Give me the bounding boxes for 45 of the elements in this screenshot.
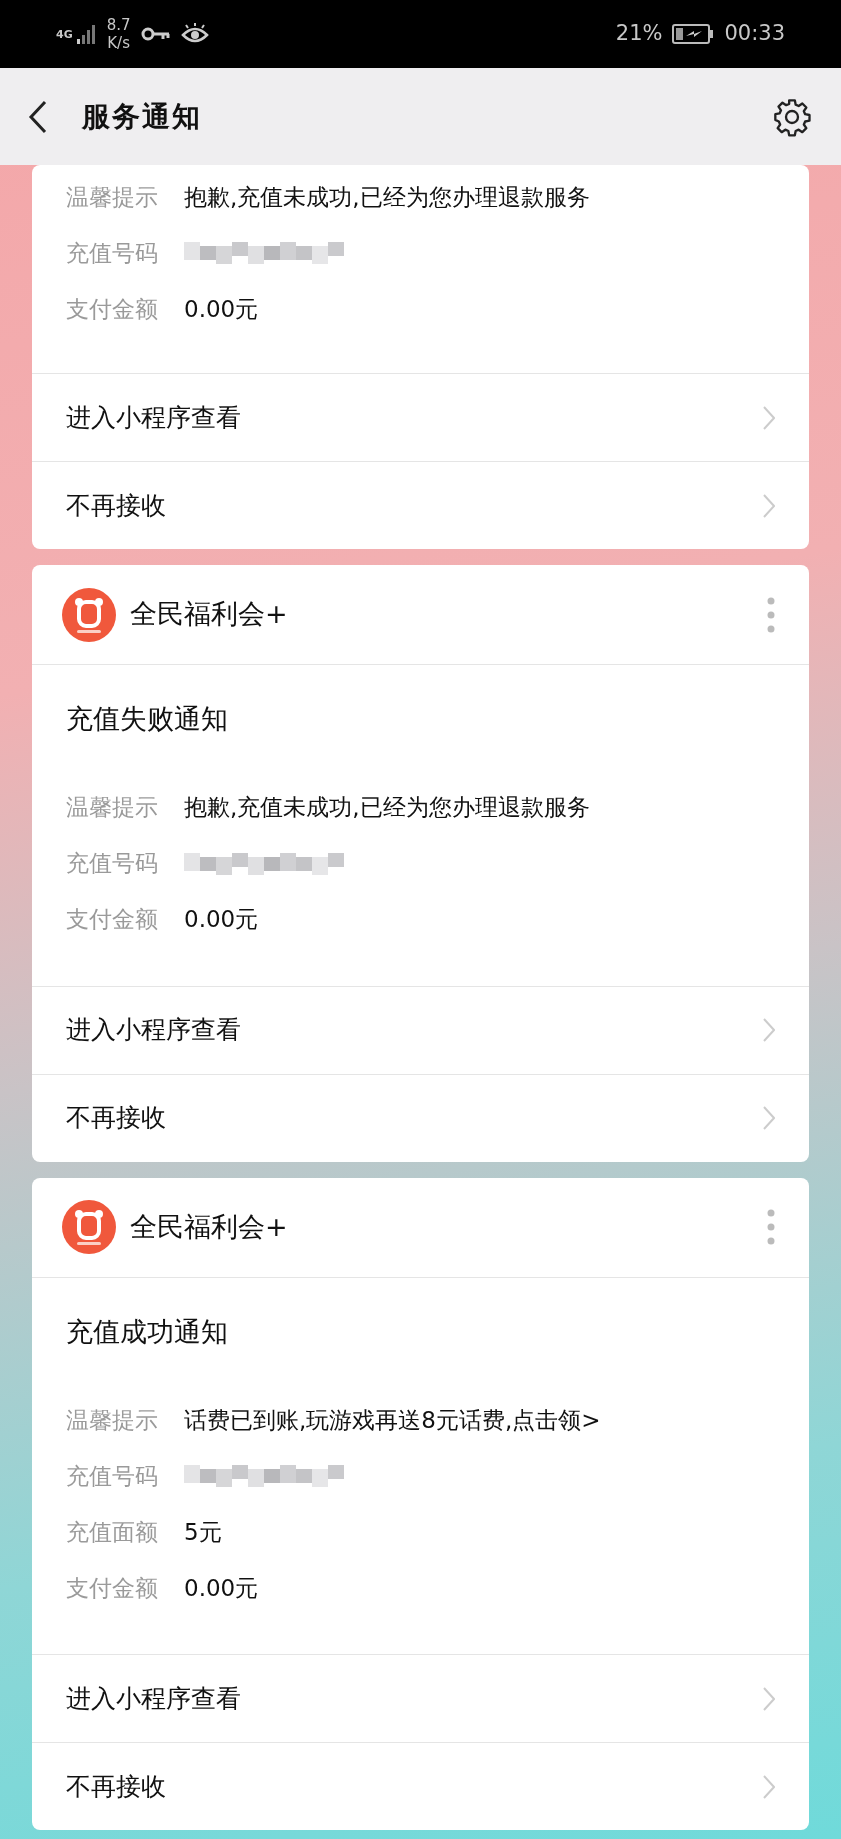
eye-icon [180, 23, 209, 45]
notification-title: 充值成功通知 [66, 1314, 229, 1349]
action-row[interactable]: 不再接收 [32, 1742, 809, 1830]
speed-unit: K/s [107, 34, 130, 52]
app-logo-icon [62, 1200, 116, 1254]
field-label: 温馨提示 [66, 793, 159, 823]
field-label: 温馨提示 [66, 182, 159, 212]
action-row[interactable]: 进入小程序查看 [32, 1654, 809, 1742]
field-label: 充值号码 [66, 1461, 159, 1491]
chevron-icon [763, 405, 775, 430]
field-label: 支付金额 [66, 294, 159, 324]
chevron-icon [763, 1106, 775, 1130]
field-label: 温馨提示 [66, 1405, 159, 1435]
key-icon [140, 26, 171, 42]
field-value: 抱歉,充值未成功,已经为您办理退款服务 [184, 793, 590, 823]
field-label: 充值号码 [66, 238, 159, 268]
app-name: 全民福利会+ [130, 1209, 288, 1244]
field-label: 充值号码 [66, 849, 159, 879]
field-value: 话费已到账,玩游戏再送8元话费,点击领> [184, 1405, 601, 1435]
field-value: 5元 [184, 1517, 222, 1547]
field-value: 0.00元 [184, 905, 259, 935]
battery-percent: 21% [615, 20, 663, 48]
network-label: 4G [56, 28, 73, 40]
battery-charging-icon [672, 23, 715, 45]
signal-icon [74, 23, 97, 45]
field-label: 支付金额 [66, 1573, 159, 1603]
speed-value: 8.7 [106, 16, 131, 34]
action-row[interactable]: 不再接收 [32, 1073, 809, 1162]
chevron-icon [763, 1686, 775, 1711]
notification-title: 充值失败通知 [66, 702, 229, 736]
chevron-icon [763, 493, 775, 518]
page-title: 服务通知 [82, 98, 202, 135]
clock-time: 00:33 [724, 20, 785, 48]
action-row[interactable]: 进入小程序查看 [32, 985, 809, 1074]
field-label: 充值面额 [66, 1517, 159, 1547]
chevron-icon [763, 1774, 775, 1799]
app-name: 全民福利会+ [130, 597, 288, 632]
field-value: 0.00元 [184, 294, 259, 324]
chevron-icon [763, 1018, 775, 1042]
field-label: 支付金额 [66, 905, 159, 935]
field-value: 抱歉,充值未成功,已经为您办理退款服务 [184, 182, 590, 212]
action-row[interactable]: 不再接收 [32, 461, 809, 549]
action-row[interactable]: 进入小程序查看 [32, 373, 809, 461]
field-value: 0.00元 [184, 1573, 259, 1603]
app-logo-icon [62, 587, 116, 642]
